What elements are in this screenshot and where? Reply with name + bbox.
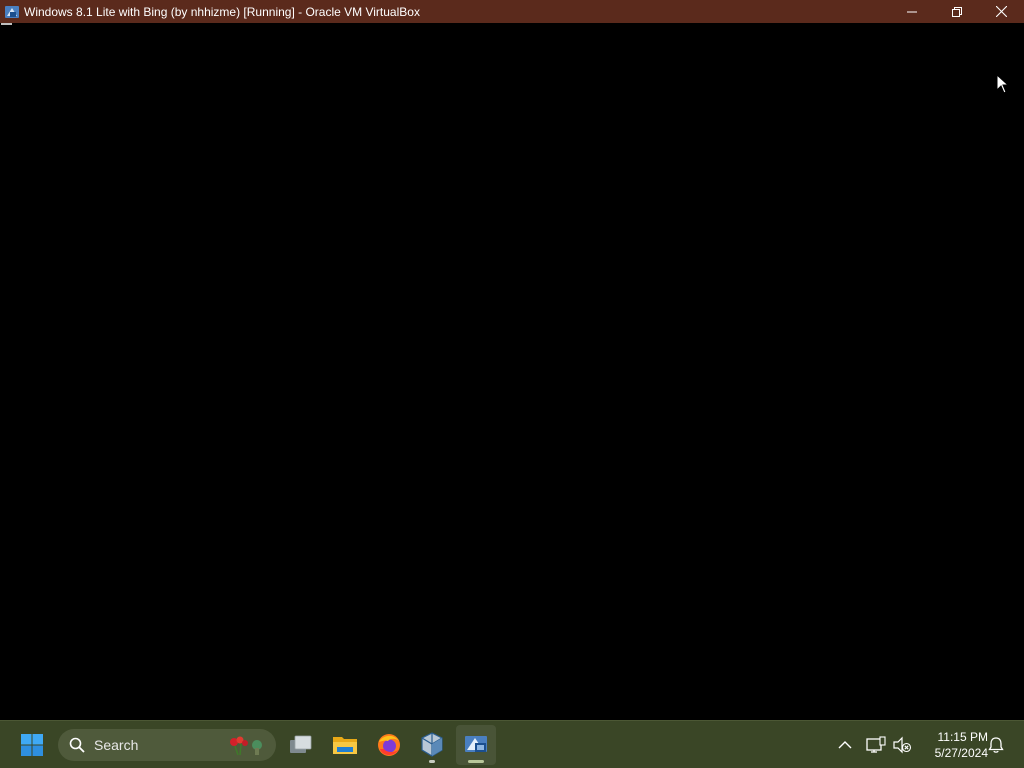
- minimize-icon: [906, 11, 917, 12]
- virtualbox-vm-button[interactable]: [456, 725, 496, 765]
- file-explorer-button[interactable]: [325, 725, 365, 765]
- task-view-icon: [290, 735, 312, 753]
- network-icon: [866, 736, 886, 753]
- taskbar-search-box[interactable]: Search: [58, 729, 276, 761]
- active-indicator: [468, 760, 484, 763]
- chevron-up-icon: [838, 741, 852, 749]
- vm-display[interactable]: [0, 23, 1024, 720]
- search-icon: [68, 736, 86, 754]
- vm-window-icon: [465, 736, 487, 752]
- show-hidden-icons-button[interactable]: [835, 735, 855, 755]
- virtualbox-window: Windows 8.1 Lite with Bing (by nhhizme) …: [0, 0, 1024, 720]
- mouse-pointer-icon: [996, 73, 1010, 99]
- volume-muted-icon: [893, 736, 912, 754]
- virtualbox-app-icon[interactable]: [4, 4, 20, 20]
- clock[interactable]: 11:15 PM 5/27/2024: [918, 729, 988, 761]
- windows-start-icon: [21, 734, 43, 756]
- restore-icon: [951, 6, 962, 17]
- virtualbox-manager-button[interactable]: [412, 725, 452, 765]
- window-title: Windows 8.1 Lite with Bing (by nhhizme) …: [24, 4, 420, 19]
- network-button[interactable]: [866, 735, 886, 755]
- firefox-icon: [378, 734, 400, 756]
- close-button[interactable]: [979, 0, 1024, 23]
- clock-date: 5/27/2024: [934, 746, 988, 760]
- title-bar[interactable]: Windows 8.1 Lite with Bing (by nhhizme) …: [0, 0, 1024, 23]
- minimize-button[interactable]: [889, 0, 934, 23]
- restore-button[interactable]: [934, 0, 979, 23]
- search-label: Search: [94, 737, 139, 753]
- folder-icon: [333, 737, 357, 754]
- clock-time: 11:15 PM: [937, 730, 988, 744]
- start-button[interactable]: [12, 725, 52, 765]
- text-cursor: [1, 23, 12, 25]
- notification-bell-icon: [988, 737, 1004, 753]
- firefox-button[interactable]: [369, 725, 409, 765]
- window-controls: [889, 0, 1024, 23]
- close-icon: [996, 6, 1007, 17]
- taskbar: Search 11:15 PM 5/27/2024: [0, 720, 1024, 768]
- running-indicator: [429, 760, 435, 763]
- notifications-button[interactable]: [986, 735, 1006, 755]
- volume-button[interactable]: [892, 735, 912, 755]
- virtualbox-icon: [421, 732, 443, 757]
- task-view-button[interactable]: [281, 725, 321, 765]
- search-highlight-flowers-icon: [226, 733, 268, 757]
